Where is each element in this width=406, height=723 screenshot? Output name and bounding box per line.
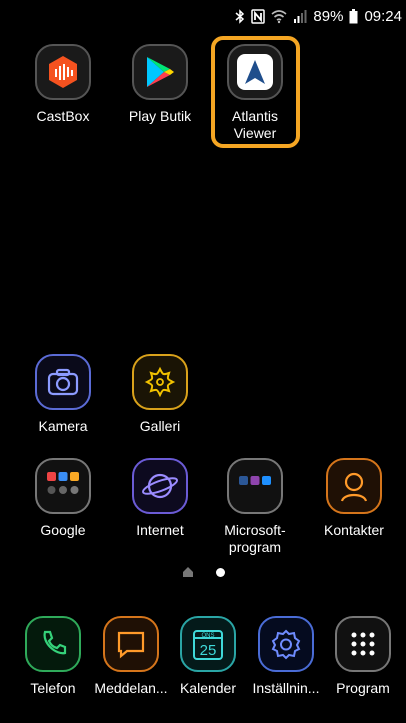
app-label: Galleri	[139, 418, 181, 434]
app-castbox[interactable]: CastBox	[18, 44, 108, 125]
app-label: Inställnin...	[252, 680, 320, 696]
app-label: Telefon	[30, 680, 76, 696]
google-folder-icon	[35, 458, 91, 514]
app-kontakter[interactable]: Kontakter	[309, 458, 399, 539]
app-label: Kalender	[179, 680, 237, 696]
app-label: Microsoft-program	[224, 522, 286, 555]
camera-icon	[35, 354, 91, 410]
app-label: Play Butik	[128, 108, 192, 124]
internet-icon	[132, 458, 188, 514]
app-label: Google	[40, 522, 86, 538]
calendar-day: 25	[200, 642, 217, 659]
page-indicators	[0, 566, 406, 578]
app-label: Kontakter	[324, 522, 384, 538]
play-store-icon	[132, 44, 188, 100]
app-label: Internet	[136, 522, 184, 538]
battery-icon	[349, 8, 358, 24]
status-bar: 89% 09:24	[0, 0, 406, 32]
app-galleri[interactable]: Galleri	[115, 354, 205, 435]
app-atlantis-viewer[interactable]: Atlantis Viewer	[210, 44, 300, 142]
wifi-icon	[271, 9, 287, 24]
dock-telefon[interactable]: Telefon	[8, 616, 98, 697]
castbox-icon	[35, 44, 91, 100]
app-drawer-icon	[335, 616, 391, 672]
signal-icon	[293, 9, 307, 23]
home-screen: 89% 09:24 CastBox Play Butik Atlantis Vi…	[0, 0, 406, 723]
app-internet[interactable]: Internet	[115, 458, 205, 539]
gallery-icon	[132, 354, 188, 410]
home-page-icon[interactable]	[182, 566, 194, 578]
atlantis-viewer-icon	[227, 44, 283, 100]
app-label: Program	[336, 680, 390, 696]
messages-icon	[103, 616, 159, 672]
page-dot-active[interactable]	[215, 567, 225, 577]
folder-google[interactable]: Google	[18, 458, 108, 539]
app-kamera[interactable]: Kamera	[18, 354, 108, 435]
microsoft-folder-icon	[227, 458, 283, 514]
calendar-icon: ONS 25	[180, 616, 236, 672]
battery-percent: 89%	[313, 7, 344, 25]
app-label: CastBox	[36, 108, 90, 124]
settings-icon	[258, 616, 314, 672]
app-label: Kamera	[38, 418, 88, 434]
app-play-butik[interactable]: Play Butik	[115, 44, 205, 125]
phone-icon	[25, 616, 81, 672]
calendar-weekday: ONS	[201, 633, 214, 639]
app-label: Meddelan...	[94, 680, 168, 696]
contacts-icon	[326, 458, 382, 514]
nfc-icon	[251, 8, 266, 24]
dock-kalender[interactable]: ONS 25 Kalender	[163, 616, 253, 697]
bluetooth-icon	[235, 8, 245, 24]
app-label: Atlantis Viewer	[232, 108, 278, 141]
clock: 09:24	[364, 7, 402, 25]
dock-program[interactable]: Program	[318, 616, 406, 697]
folder-microsoft[interactable]: Microsoft-program	[210, 458, 300, 556]
